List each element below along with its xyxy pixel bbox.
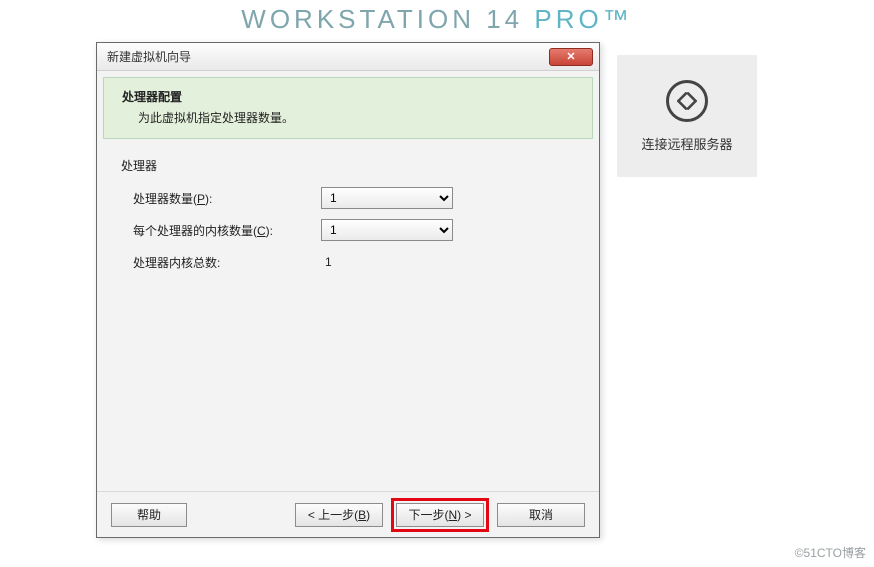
total-cores-label: 处理器内核总数:	[121, 254, 321, 271]
wizard-header-title: 处理器配置	[122, 88, 574, 105]
app-title-main: WORKSTATION 14	[241, 4, 534, 34]
connect-remote-tile[interactable]: 连接远程服务器	[617, 55, 757, 177]
processors-section-label: 处理器	[121, 157, 575, 174]
wizard-header-subtitle: 为此虚拟机指定处理器数量。	[122, 109, 574, 126]
processor-count-select[interactable]: 1	[321, 187, 453, 209]
cores-per-processor-label: 每个处理器的内核数量(C):	[121, 222, 321, 239]
total-cores-row: 处理器内核总数: 1	[121, 248, 575, 276]
wizard-body: 处理器 处理器数量(P): 1 每个处理器的内核数量(C): 1 处理器内核	[97, 139, 599, 276]
dialog-titlebar: 新建虚拟机向导 ✕	[97, 43, 599, 71]
connect-remote-icon	[666, 80, 708, 122]
watermark: ©51CTO博客	[795, 544, 866, 561]
total-cores-value: 1	[321, 255, 332, 269]
app-title-pro: PRO™	[534, 4, 632, 34]
processor-count-row: 处理器数量(P): 1	[121, 184, 575, 212]
next-button[interactable]: 下一步(N) >	[396, 503, 484, 527]
new-vm-wizard-dialog: 新建虚拟机向导 ✕ 处理器配置 为此虚拟机指定处理器数量。 处理器 处理器数量(…	[96, 42, 600, 538]
help-button[interactable]: 帮助	[111, 503, 187, 527]
dialog-title: 新建虚拟机向导	[107, 48, 191, 65]
wizard-footer: 帮助 < 上一步(B) 下一步(N) > 取消	[97, 491, 599, 537]
cancel-button[interactable]: 取消	[497, 503, 585, 527]
connect-remote-label: 连接远程服务器	[641, 134, 732, 153]
next-button-highlight: 下一步(N) >	[391, 498, 489, 532]
cores-per-processor-row: 每个处理器的内核数量(C): 1	[121, 216, 575, 244]
wizard-header: 处理器配置 为此虚拟机指定处理器数量。	[103, 77, 593, 139]
close-button[interactable]: ✕	[549, 48, 593, 66]
close-icon: ✕	[566, 50, 575, 63]
app-title: WORKSTATION 14 PRO™	[0, 4, 874, 35]
back-button[interactable]: < 上一步(B)	[295, 503, 383, 527]
cores-per-processor-select[interactable]: 1	[321, 219, 453, 241]
processor-count-label: 处理器数量(P):	[121, 190, 321, 207]
